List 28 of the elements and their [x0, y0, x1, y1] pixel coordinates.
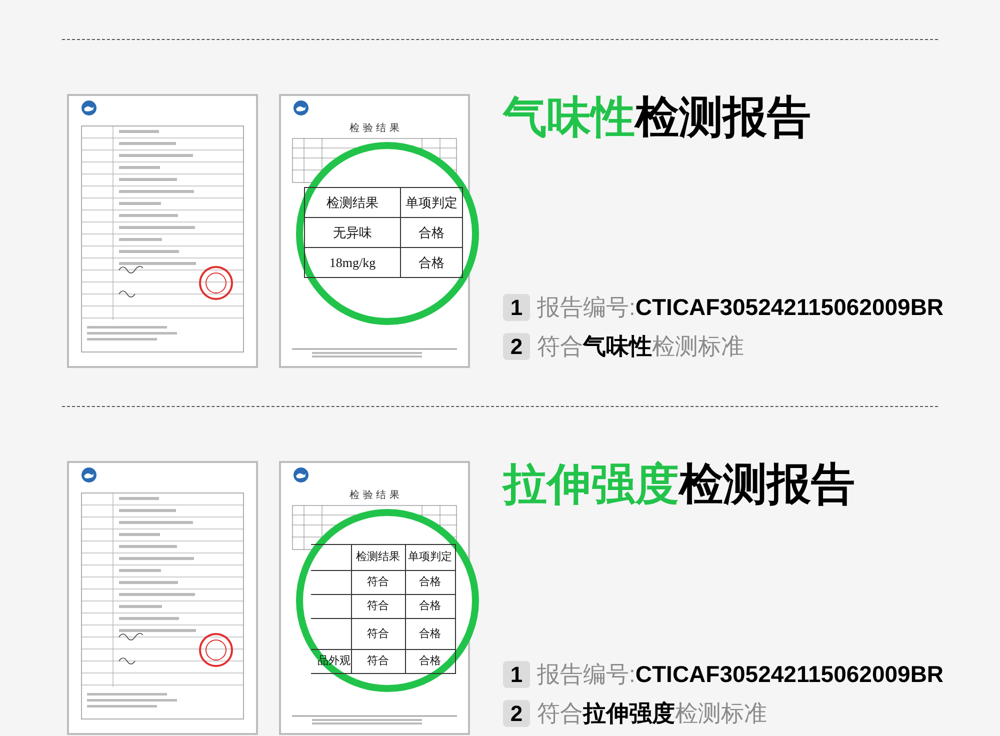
- document-title: 检 验 结 果: [350, 124, 400, 134]
- table-cell-text: 检测结果: [326, 194, 378, 210]
- number-badge: 2: [503, 700, 530, 727]
- table-cell-text: 合格: [419, 600, 441, 612]
- section-title: 拉伸强度检测报告: [503, 463, 856, 507]
- table-cell-text: 符合: [367, 655, 389, 668]
- table-cell-text: 检测结果: [356, 551, 400, 564]
- item-text: 报告编号:CTICAF305242115062009BR: [537, 294, 944, 320]
- number-badge: 1: [503, 661, 530, 688]
- item-text: 报告编号:CTICAF305242115062009BR: [537, 661, 944, 687]
- table-cell-text: 合格: [418, 254, 444, 270]
- table-cell-text: 单项判定: [408, 551, 452, 564]
- item-text: 符合拉伸强度检测标准: [537, 700, 767, 726]
- table-cell-text: 合格: [419, 655, 441, 668]
- item-text: 符合气味性检测标准: [537, 333, 744, 359]
- table-cell-text: 单项判定: [406, 194, 458, 210]
- table-cell-text: 符合: [367, 628, 389, 640]
- table-cell-text: 合格: [418, 224, 444, 240]
- number-badge: 2: [503, 333, 530, 360]
- table-cell-text: 合格: [419, 628, 441, 640]
- table-cell-text: 符合: [367, 576, 389, 588]
- table-cell-text: 18mg/kg: [329, 254, 376, 270]
- table-cell-text: 符合: [367, 600, 389, 612]
- table-cell-text: 合格: [419, 576, 441, 588]
- number-badge: 1: [503, 294, 530, 321]
- table-cell-text: 无异味: [333, 224, 372, 240]
- document-title: 检 验 结 果: [350, 491, 400, 501]
- section-title: 气味性检测报告: [503, 96, 812, 140]
